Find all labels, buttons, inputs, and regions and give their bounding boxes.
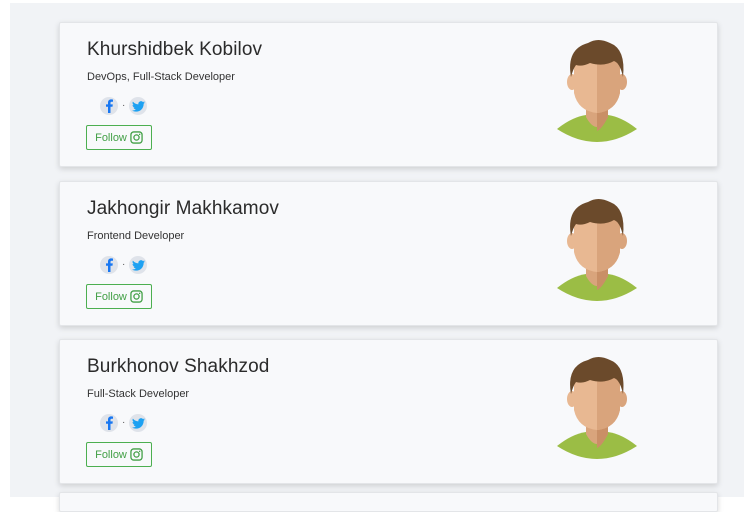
social-links: · [100, 413, 148, 433]
follow-button[interactable]: Follow [86, 284, 152, 309]
separator: · [122, 259, 126, 270]
profile-role: Full-Stack Developer [87, 388, 190, 400]
profile-role: Frontend Developer [87, 230, 185, 242]
twitter-icon[interactable] [129, 256, 148, 274]
facebook-icon[interactable] [100, 256, 118, 274]
instagram-icon [130, 290, 143, 303]
avatar [557, 40, 637, 142]
avatar [557, 357, 637, 459]
profile-name: Khurshidbek Kobilov [87, 39, 263, 60]
avatar [557, 199, 637, 301]
follow-label: Follow [95, 131, 127, 144]
follow-label: Follow [95, 290, 127, 303]
profile-name: Jakhongir Makhkamov [87, 198, 279, 219]
follow-button[interactable]: Follow [86, 442, 152, 467]
instagram-icon [130, 448, 143, 461]
facebook-icon[interactable] [100, 97, 118, 115]
profile-card-partial [59, 492, 718, 512]
profile-role: DevOps, Full-Stack Developer [87, 71, 235, 83]
social-links: · [100, 255, 148, 275]
profile-card: Jakhongir Makhkamov Frontend Developer ·… [59, 181, 718, 326]
instagram-icon [130, 131, 143, 144]
social-links: · [100, 96, 148, 116]
profile-card: Burkhonov Shakhzod Full-Stack Developer … [59, 339, 718, 484]
twitter-icon[interactable] [129, 414, 148, 432]
separator: · [122, 100, 126, 111]
facebook-icon[interactable] [100, 414, 118, 432]
profile-name: Burkhonov Shakhzod [87, 356, 270, 377]
separator: · [122, 417, 126, 428]
profile-card: Khurshidbek Kobilov DevOps, Full-Stack D… [59, 22, 718, 167]
follow-label: Follow [95, 448, 127, 461]
follow-button[interactable]: Follow [86, 125, 152, 150]
twitter-icon[interactable] [129, 97, 148, 115]
